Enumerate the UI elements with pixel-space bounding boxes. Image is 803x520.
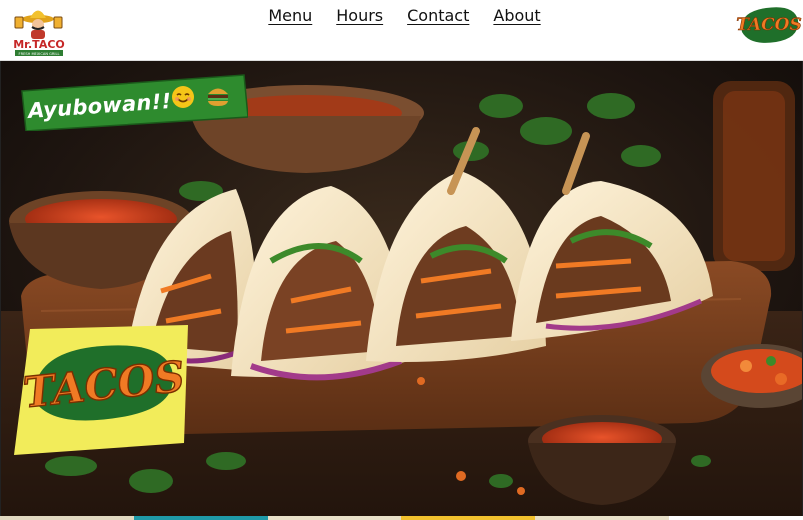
main-nav: Menu Hours Contact About xyxy=(0,6,803,25)
logo-left-text: Mr.TACO xyxy=(13,38,65,51)
nav-link-contact[interactable]: Contact xyxy=(407,6,469,25)
bottom-color-strip xyxy=(0,516,803,520)
site-header: Mr.TACO FRESH MEXICAN GRILL Menu Hours C… xyxy=(0,0,803,61)
smiling-face-icon xyxy=(172,86,194,108)
logo-left-subtext: FRESH MEXICAN GRILL xyxy=(19,52,60,56)
nav-link-menu[interactable]: Menu xyxy=(268,6,312,25)
tacos-logo-small[interactable]: TACOS xyxy=(736,2,802,48)
logo-right-text: TACOS xyxy=(736,15,802,35)
nav-link-hours[interactable]: Hours xyxy=(336,6,383,25)
nav-link-about[interactable]: About xyxy=(493,6,540,25)
hero-image: Ayubowan!! TACOS xyxy=(1,61,802,520)
burger-icon xyxy=(208,88,228,106)
tacos-promo-card[interactable]: TACOS xyxy=(12,325,190,455)
